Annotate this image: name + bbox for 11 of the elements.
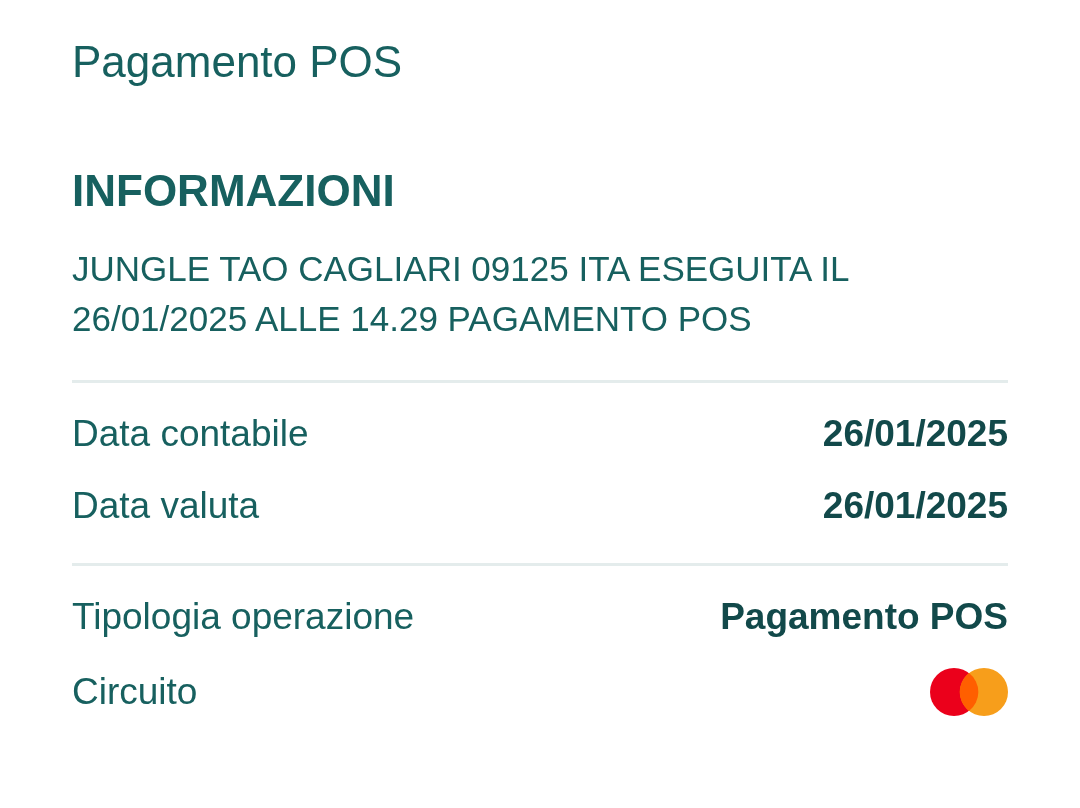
detail-label: Circuito — [72, 670, 198, 713]
detail-value: 26/01/2025 — [822, 412, 1008, 455]
detail-label: Data contabile — [72, 412, 309, 455]
section-title: INFORMAZIONI — [72, 164, 396, 217]
transaction-type: Pagamento POS — [72, 36, 404, 88]
detail-value: 26/01/2025 — [822, 484, 1008, 527]
transaction-description: JUNGLE TAO CAGLIARI 09125 ITA ESEGUITA IL 26/01/2025 ALLE 14.29 PAGAMENTO POS — [72, 247, 850, 340]
card-logo-icon — [930, 667, 1008, 716]
detail-label: Tipologia operazione — [72, 595, 415, 638]
detail-label: Data valuta — [72, 484, 260, 527]
detail-value: Pagamento POS — [720, 595, 1008, 638]
